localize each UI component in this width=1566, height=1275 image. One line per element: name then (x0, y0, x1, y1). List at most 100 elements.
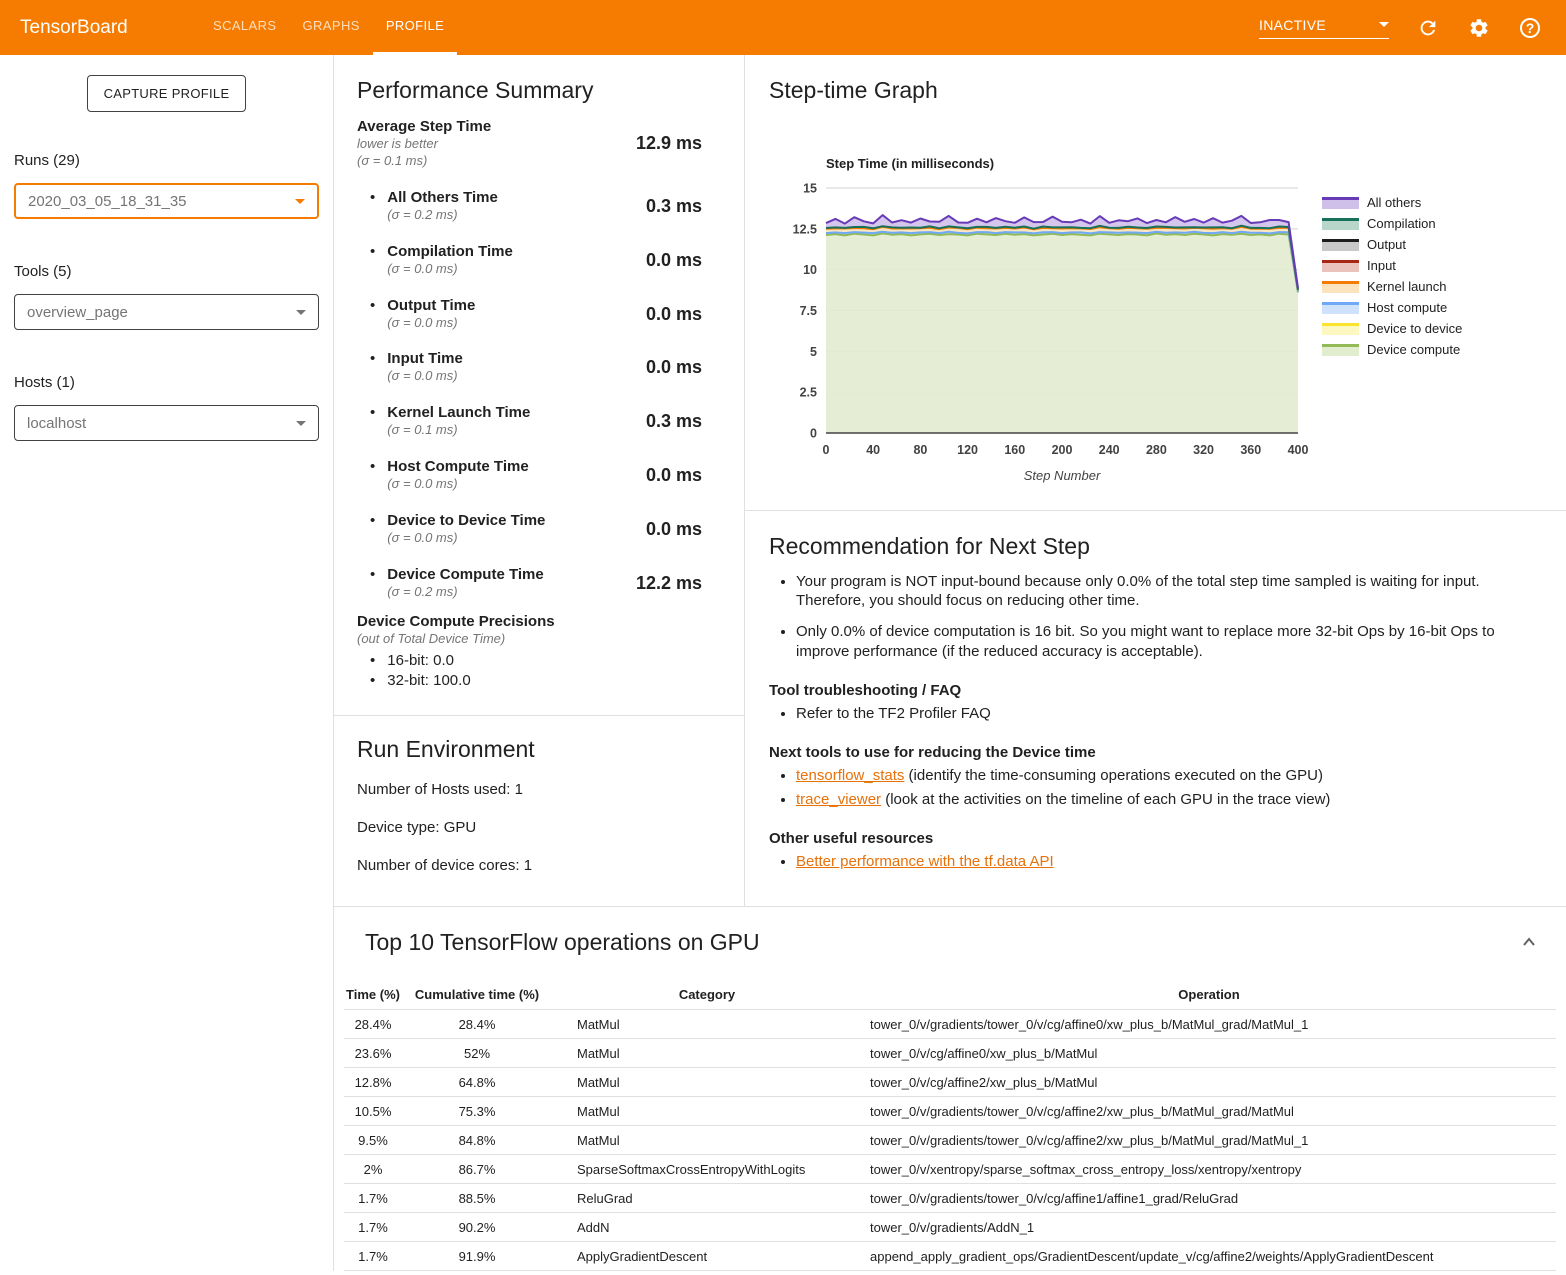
category-cell: MatMul (552, 1104, 862, 1119)
breakdown-item-label: Compilation Time (387, 243, 646, 261)
help-button[interactable]: ? (1518, 16, 1542, 40)
step-time-graph-title: Step-time Graph (769, 77, 1540, 104)
legend-item: Kernel launch (1322, 276, 1462, 297)
collapse-chevron-up-icon[interactable] (1520, 935, 1538, 949)
chevron-down-icon (1379, 22, 1389, 32)
runs-select[interactable]: 2020_03_05_18_31_35 (14, 183, 319, 219)
svg-text:400: 400 (1288, 443, 1309, 457)
svg-text:360: 360 (1240, 443, 1261, 457)
tensorboard-logo: TensorBoard (20, 17, 172, 39)
reload-status-select[interactable]: INACTIVE (1259, 17, 1389, 39)
cumulative-cell: 90.2% (402, 1220, 552, 1235)
run-environment-lines: Number of Hosts used: 1Device type: GPUN… (357, 779, 702, 877)
run-environment-line: Number of device cores: 1 (357, 855, 702, 877)
time-cell: 10.5% (344, 1104, 402, 1119)
category-cell: MatMul (552, 1017, 862, 1032)
run-environment-line: Number of Hosts used: 1 (357, 779, 702, 801)
breakdown-item-value: 0.0 ms (646, 250, 702, 271)
resource-link[interactable]: Better performance with the tf.data API (796, 853, 1054, 870)
breakdown-item: Compilation Time(σ = 0.0 ms)0.0 ms (357, 243, 702, 278)
operation-cell: tower_0/v/gradients/tower_0/v/cg/affine2… (862, 1104, 1556, 1119)
tab-graphs[interactable]: GRAPHS (290, 0, 373, 55)
table-row: 9.5%84.8%MatMultower_0/v/gradients/tower… (344, 1126, 1556, 1155)
time-cell: 28.4% (344, 1017, 402, 1032)
breakdown-item-sigma: (σ = 0.0 ms) (387, 530, 646, 547)
operation-cell: append_apply_gradient_ops/GradientDescen… (862, 1249, 1556, 1264)
precision-item: 16-bit: 0.0 (357, 651, 702, 671)
table-row: 23.6%52%MatMultower_0/v/cg/affine0/xw_pl… (344, 1039, 1556, 1068)
table-row: 28.4%28.4%MatMultower_0/v/gradients/towe… (344, 1010, 1556, 1039)
refresh-button[interactable] (1416, 16, 1440, 40)
breakdown-item-value: 0.3 ms (646, 196, 702, 217)
settings-button[interactable] (1467, 16, 1491, 40)
breakdown-item-sigma: (σ = 0.1 ms) (387, 422, 646, 439)
table-row: 1.7%88.5%ReluGradtower_0/v/gradients/tow… (344, 1184, 1556, 1213)
tools-select-value: overview_page (27, 304, 128, 321)
svg-text:15: 15 (803, 182, 817, 196)
legend-item: Device to device (1322, 318, 1462, 339)
category-cell: SparseSoftmaxCrossEntropyWithLogits (552, 1162, 862, 1177)
tool-link-description: (identify the time-consuming operations … (904, 767, 1323, 784)
performance-summary-section: Performance Summary Average Step Time lo… (334, 55, 744, 906)
operation-cell: tower_0/v/gradients/tower_0/v/cg/affine2… (862, 1133, 1556, 1148)
average-step-time-label: Average Step Time (357, 118, 636, 136)
tool-link-description: (look at the activities on the timeline … (881, 791, 1330, 808)
breakdown-item-label: Host Compute Time (387, 458, 646, 476)
average-step-time-row: Average Step Time lower is better (σ = 0… (357, 118, 702, 170)
runs-label: Runs (29) (14, 152, 333, 169)
cumulative-cell: 28.4% (402, 1017, 552, 1032)
cumulative-cell: 91.9% (402, 1249, 552, 1264)
device-compute-precisions: Device Compute Precisions (out of Total … (357, 613, 702, 691)
breakdown-item-value: 0.0 ms (646, 519, 702, 540)
step-time-chart: 02.557.51012.515040801201602002402803203… (769, 178, 1540, 490)
breakdown-item-sigma: (σ = 0.0 ms) (387, 261, 646, 278)
hosts-label: Hosts (1) (14, 374, 333, 391)
section-divider (334, 715, 744, 716)
tool-link[interactable]: trace_viewer (796, 791, 881, 808)
average-step-time-sigma: (σ = 0.1 ms) (357, 153, 636, 170)
svg-text:Step Number: Step Number (1024, 468, 1101, 483)
legend-swatch-icon (1322, 218, 1359, 230)
legend-item: Input (1322, 255, 1462, 276)
svg-text:5: 5 (810, 345, 817, 359)
legend-item: Compilation (1322, 213, 1462, 234)
step-time-chart-plot: 02.557.51012.515040801201602002402803203… (769, 178, 1314, 490)
hosts-select-value: localhost (27, 415, 86, 432)
svg-text:40: 40 (866, 443, 880, 457)
column-header: Cumulative time (%) (402, 987, 552, 1002)
breakdown-item: Host Compute Time(σ = 0.0 ms)0.0 ms (357, 458, 702, 493)
recommendation-bullet: Only 0.0% of device computation is 16 bi… (796, 622, 1540, 660)
app-header: TensorBoard SCALARSGRAPHSPROFILE INACTIV… (0, 0, 1566, 55)
breakdown-item-label: Output Time (387, 297, 646, 315)
run-environment-title: Run Environment (357, 736, 702, 763)
svg-text:240: 240 (1099, 443, 1120, 457)
runs-select-value: 2020_03_05_18_31_35 (28, 193, 187, 210)
tool-link[interactable]: tensorflow_stats (796, 767, 904, 784)
faq-list: Refer to the TF2 Profiler FAQ (769, 704, 1540, 723)
svg-text:10: 10 (803, 263, 817, 277)
top-ops-section: Top 10 TensorFlow operations on GPU Time… (334, 906, 1566, 1271)
svg-text:12.5: 12.5 (793, 222, 817, 236)
legend-item: Device compute (1322, 339, 1462, 360)
capture-profile-button[interactable]: CAPTURE PROFILE (87, 75, 247, 112)
operation-cell: tower_0/v/xentropy/sparse_softmax_cross_… (862, 1162, 1556, 1177)
top-ops-table: Time (%)Cumulative time (%)CategoryOpera… (344, 980, 1556, 1271)
legend-item: Output (1322, 234, 1462, 255)
hosts-select[interactable]: localhost (14, 405, 319, 441)
breakdown-item-label: Device Compute Time (387, 566, 636, 584)
chart-title: Step Time (in milliseconds) (826, 156, 1540, 172)
time-cell: 1.7% (344, 1220, 402, 1235)
svg-text:7.5: 7.5 (800, 304, 817, 318)
time-cell: 2% (344, 1162, 402, 1177)
main-tabs: SCALARSGRAPHSPROFILE (200, 0, 457, 55)
breakdown-item-label: Kernel Launch Time (387, 404, 646, 422)
other-resources-title: Other useful resources (769, 830, 1540, 847)
tools-select[interactable]: overview_page (14, 294, 319, 330)
legend-label: Compilation (1367, 216, 1436, 231)
tab-scalars[interactable]: SCALARS (200, 0, 290, 55)
cumulative-cell: 84.8% (402, 1133, 552, 1148)
time-cell: 12.8% (344, 1075, 402, 1090)
table-row: 12.8%64.8%MatMultower_0/v/cg/affine2/xw_… (344, 1068, 1556, 1097)
precisions-note: (out of Total Device Time) (357, 631, 702, 648)
tab-profile[interactable]: PROFILE (373, 0, 457, 55)
